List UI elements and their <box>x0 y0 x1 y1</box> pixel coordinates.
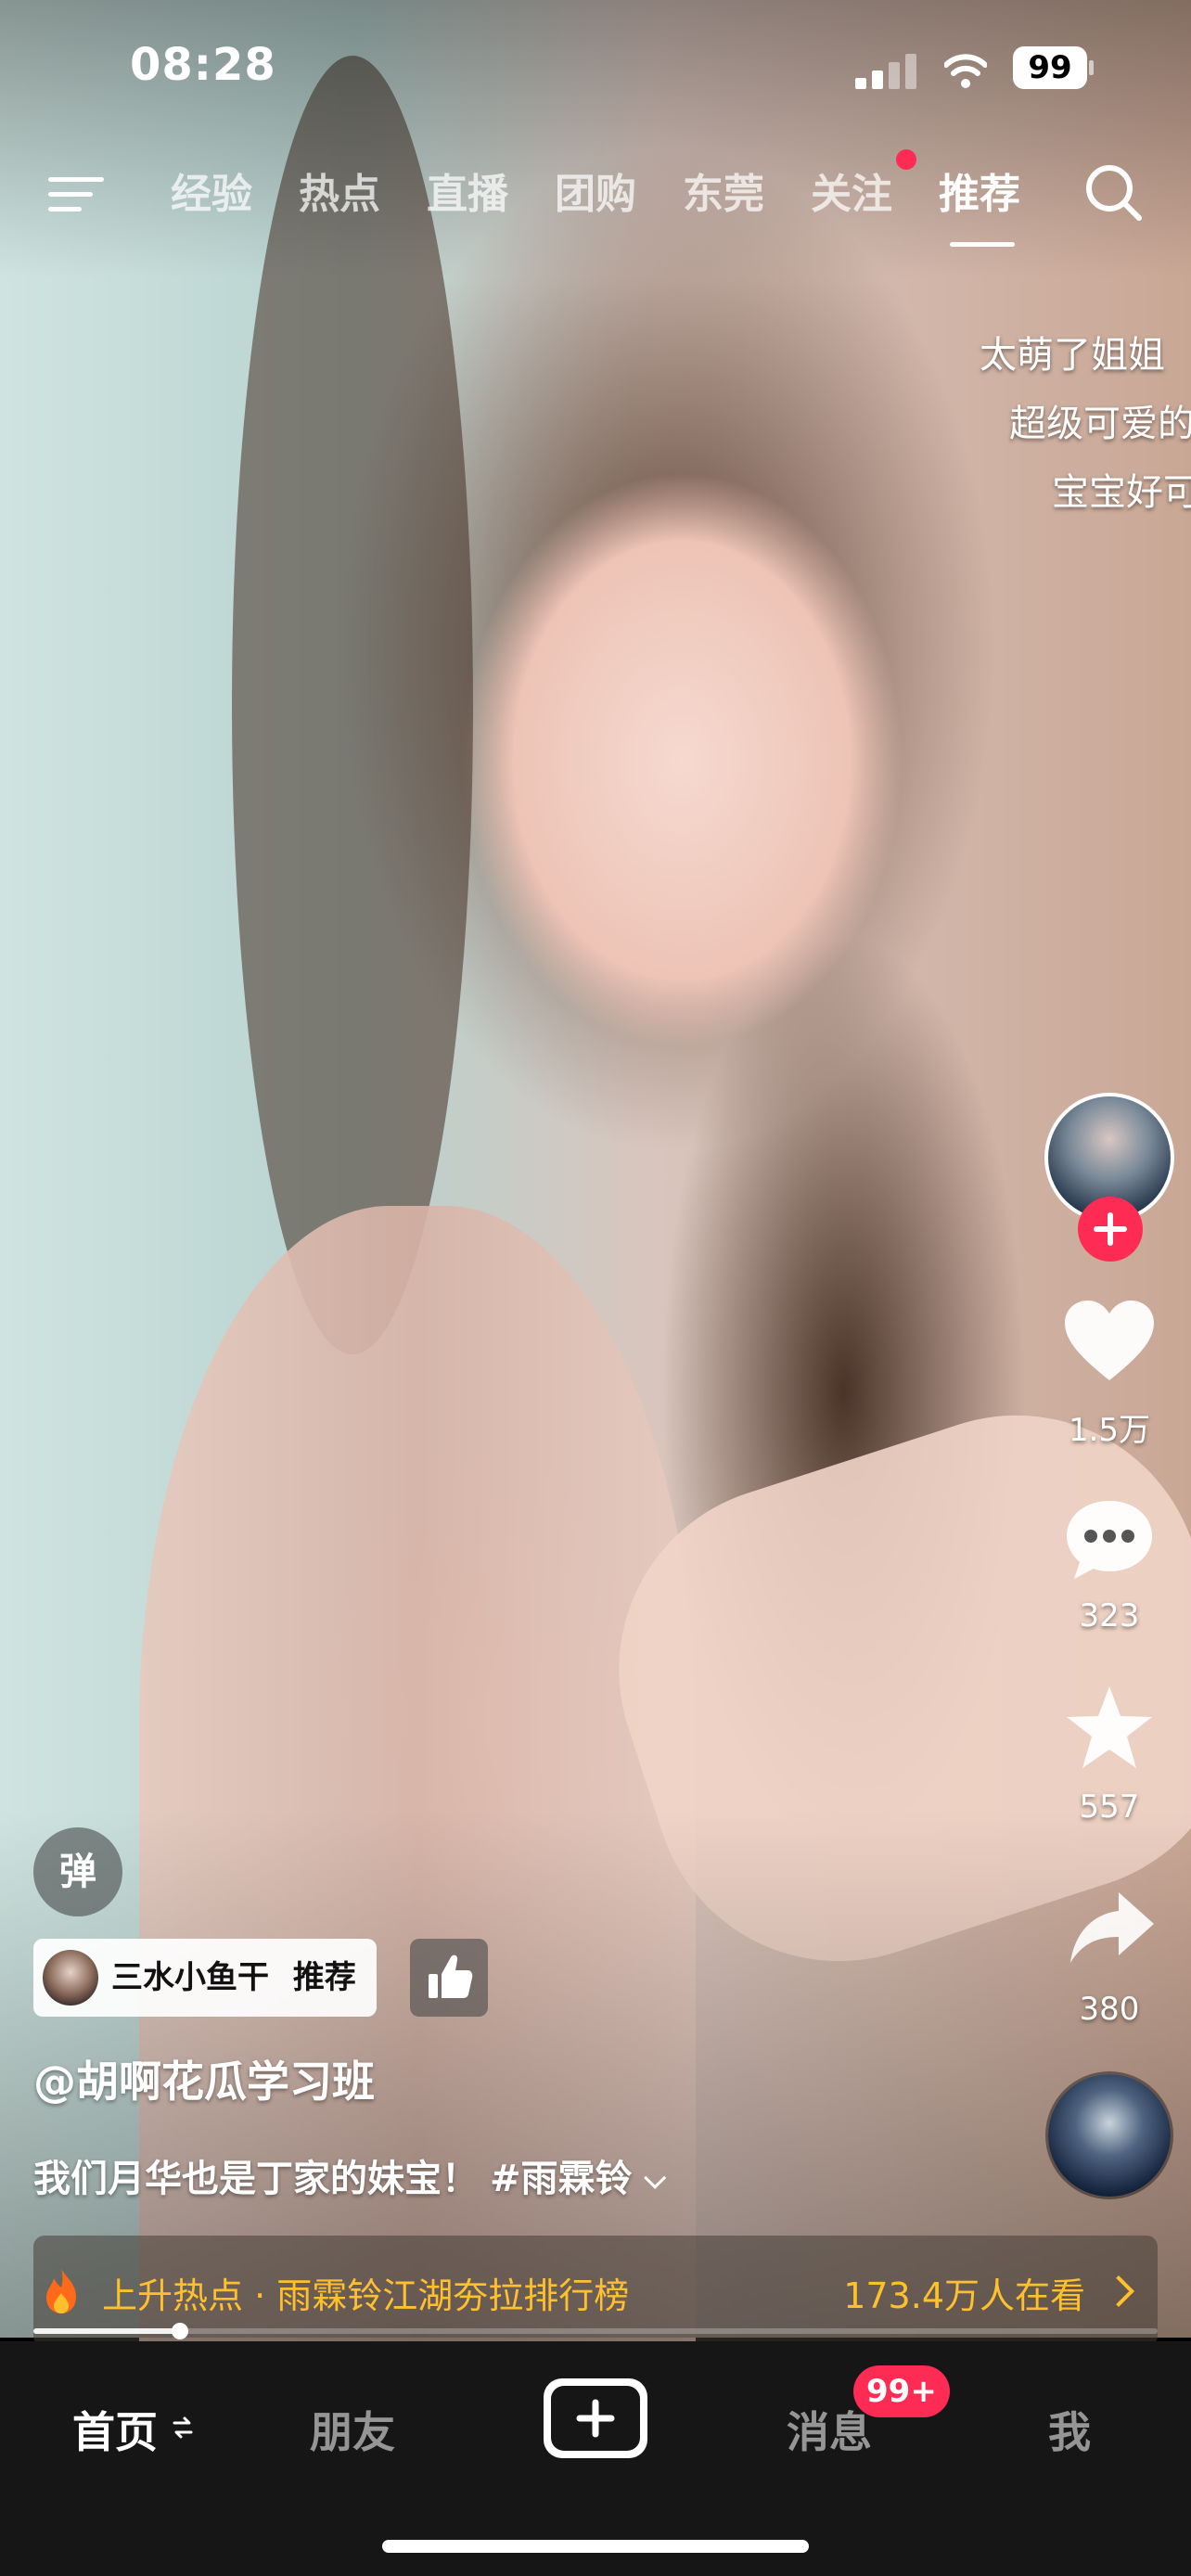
share-count: 380 <box>1079 1991 1140 2028</box>
recommend-like-button[interactable] <box>410 1939 488 2017</box>
wifi-icon <box>944 54 987 88</box>
star-icon[interactable] <box>1063 1683 1156 1772</box>
create-post-frame <box>551 2386 640 2451</box>
plus-icon <box>1094 1212 1127 1246</box>
douyin-feed-screen: 08:28 99 经验 热点 直播 团购 东莞 关注 推荐 太萌了姐姐 超级可爱… <box>0 0 1191 2576</box>
danmaku-comment: 太萌了姐姐 <box>980 334 1165 377</box>
cellular-signal-icon <box>855 54 916 89</box>
heart-icon[interactable] <box>1063 1299 1156 1384</box>
tab-following[interactable]: 关注 <box>811 160 892 220</box>
recommender-name: 三水小鱼干 <box>111 1959 269 1996</box>
video-progress-handle[interactable] <box>171 2323 188 2339</box>
author-name[interactable]: @胡啊花瓜学习班 <box>33 2048 375 2109</box>
battery-icon: 99 <box>1013 46 1095 89</box>
search-icon[interactable] <box>1082 160 1146 225</box>
danmaku-toggle-button[interactable]: 弹 <box>33 1827 122 1916</box>
fire-icon <box>46 2269 76 2313</box>
hashtag-link[interactable]: #雨霖铃 <box>490 2158 633 2200</box>
tab-experience[interactable]: 经验 <box>171 160 252 220</box>
comment-icon[interactable] <box>1063 1497 1156 1583</box>
video-progress-bar[interactable] <box>33 2323 1158 2339</box>
chevron-right-icon <box>1103 2275 1134 2307</box>
hamburger-menu-icon[interactable] <box>48 172 106 218</box>
status-bar: 08:28 99 <box>0 0 1191 139</box>
recommend-label: 推荐 <box>292 1959 356 1996</box>
music-disc[interactable] <box>1048 2074 1171 2197</box>
comment-count: 323 <box>1079 1597 1140 1634</box>
following-notification-dot <box>896 149 916 170</box>
create-post-button[interactable] <box>544 2378 647 2458</box>
share-icon[interactable] <box>1067 1889 1156 1967</box>
battery-level: 99 <box>1013 46 1087 89</box>
danmaku-comment: 宝宝好可 <box>1052 471 1191 514</box>
messages-badge: 99+ <box>853 2365 950 2417</box>
home-indicator[interactable] <box>382 2540 809 2553</box>
follow-button[interactable] <box>1078 1197 1143 1262</box>
tab-live[interactable]: 直播 <box>427 160 508 220</box>
recommender-avatar <box>43 1950 98 2006</box>
plus-icon <box>576 2399 615 2438</box>
hot-topic-viewers: 173.4万人在看 <box>843 2275 1085 2316</box>
swap-arrows-icon[interactable] <box>171 2412 195 2443</box>
danmaku-comment: 超级可爱的 <box>1009 403 1191 445</box>
video-caption[interactable]: 我们月华也是丁家的妹宝！ #雨霖铃 <box>33 2148 666 2202</box>
hot-topic-title: 上升热点 · 雨霖铃江湖夯拉排行榜 <box>102 2275 630 2316</box>
status-time: 08:28 <box>130 39 276 91</box>
favorite-count: 557 <box>1079 1788 1140 1826</box>
thumbs-up-icon <box>429 1954 473 1998</box>
battery-tip <box>1089 60 1094 75</box>
tab-group-buy[interactable]: 团购 <box>555 160 636 220</box>
active-tab-indicator <box>950 242 1015 247</box>
tab-local-city[interactable]: 东莞 <box>683 160 764 220</box>
tab-home[interactable]: 首页 <box>72 2399 158 2460</box>
caption-text: 我们月华也是丁家的妹宝！ <box>33 2158 479 2200</box>
tab-hot[interactable]: 热点 <box>299 160 380 220</box>
tab-me[interactable]: 我 <box>1048 2399 1091 2460</box>
tab-friends[interactable]: 朋友 <box>310 2399 395 2460</box>
friend-recommend-chip[interactable]: 三水小鱼干 推荐 <box>33 1939 377 2017</box>
video-progress-fill <box>33 2328 180 2334</box>
top-nav: 经验 热点 直播 团购 东莞 关注 推荐 <box>0 149 1191 255</box>
tab-recommend[interactable]: 推荐 <box>939 160 1020 220</box>
like-count: 1.5万 <box>1068 1412 1151 1449</box>
